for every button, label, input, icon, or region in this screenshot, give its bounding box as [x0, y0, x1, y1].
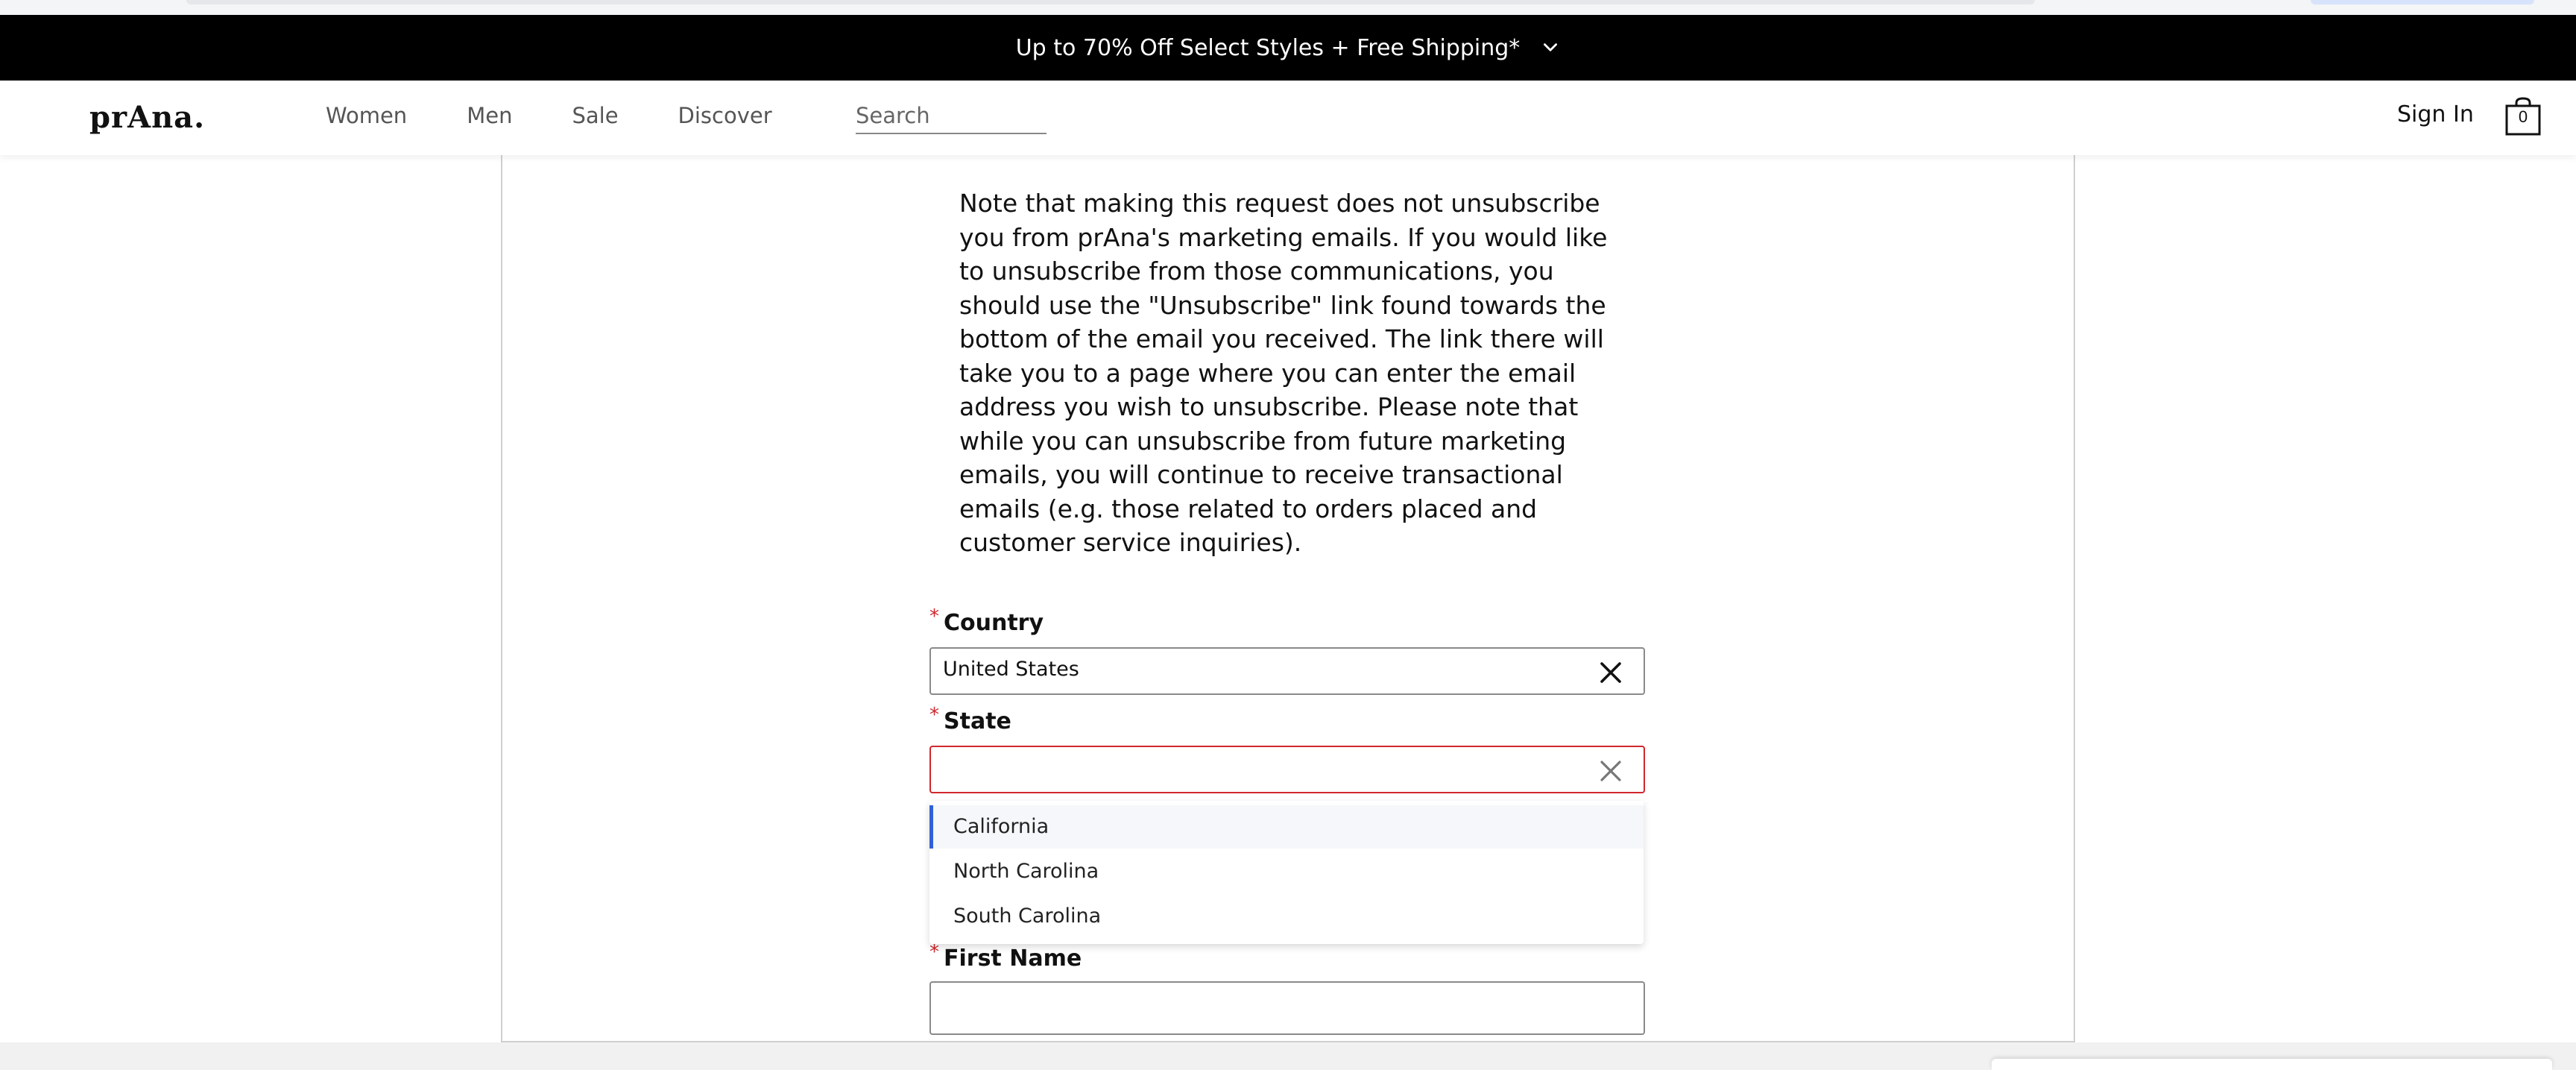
nav-item-sale[interactable]: Sale — [572, 103, 618, 128]
cart-button[interactable]: 0 — [2504, 97, 2542, 136]
floating-widget-edge[interactable] — [1992, 1059, 2552, 1070]
country-select[interactable]: United States — [929, 647, 1645, 695]
unsubscribe-note: Note that making this request does not u… — [959, 189, 1608, 557]
nav-item-women[interactable]: Women — [326, 103, 407, 128]
browser-address-bar-edge — [186, 0, 2035, 4]
main-nav: Women Men Sale Discover — [326, 103, 832, 128]
chevron-down-icon[interactable] — [1541, 38, 1560, 57]
required-asterisk: * — [929, 941, 939, 963]
state-option-california[interactable]: California — [929, 805, 1644, 849]
state-label: * State — [929, 704, 1011, 734]
required-asterisk: * — [929, 605, 939, 628]
nav-item-men[interactable]: Men — [467, 103, 512, 128]
country-label: * Country — [929, 605, 1044, 636]
close-icon[interactable] — [1597, 758, 1624, 784]
nav-item-discover[interactable]: Discover — [678, 103, 772, 128]
state-option-south-carolina[interactable]: South Carolina — [929, 895, 1644, 938]
required-asterisk: * — [929, 704, 939, 726]
promo-text: Up to 70% Off Select Styles + Free Shipp… — [1015, 34, 1521, 61]
first-name-label: * First Name — [929, 941, 1082, 972]
sign-in-link[interactable]: Sign In — [2397, 101, 2474, 128]
prana-logo[interactable]: prAna. — [89, 100, 205, 135]
promo-banner[interactable]: Up to 70% Off Select Styles + Free Shipp… — [0, 15, 2576, 81]
browser-button-edge — [2311, 0, 2534, 4]
site-header: prAna. Women Men Sale Discover Search Si… — [0, 81, 2576, 155]
cart-count: 0 — [2518, 107, 2528, 126]
browser-top-sliver — [0, 0, 2576, 15]
close-icon[interactable] — [1597, 659, 1624, 686]
country-value: United States — [943, 658, 1079, 681]
search-input[interactable]: Search — [856, 103, 1046, 134]
state-dropdown: California North Carolina South Carolina — [929, 801, 1644, 944]
state-select[interactable] — [929, 746, 1645, 793]
first-name-field[interactable] — [929, 981, 1645, 1035]
state-option-north-carolina[interactable]: North Carolina — [929, 850, 1644, 893]
